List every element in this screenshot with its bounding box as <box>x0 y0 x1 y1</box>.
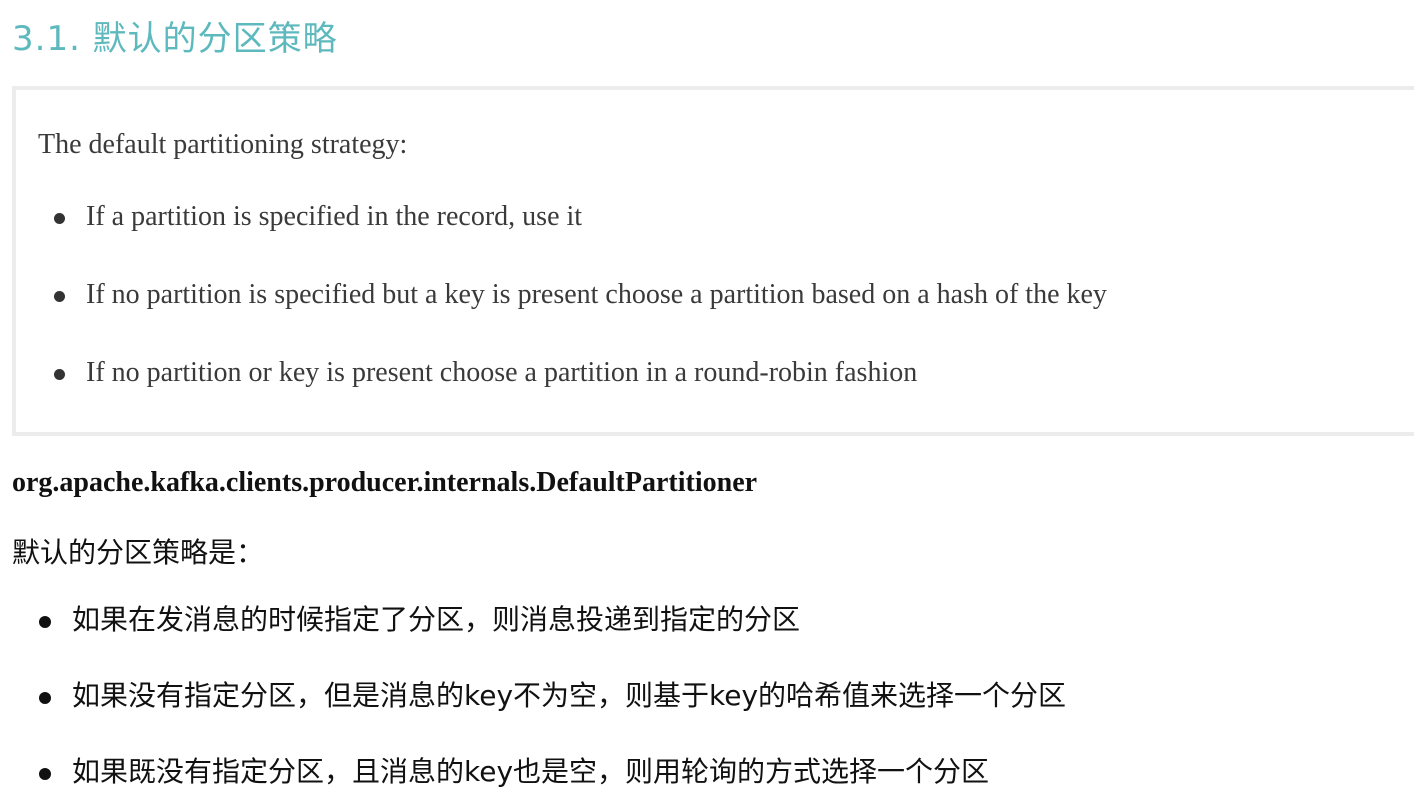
bullet-icon <box>39 692 51 704</box>
cn-intro: 默认的分区策略是： <box>12 536 265 569</box>
bullet-icon <box>54 213 65 224</box>
cn-list-item: 如果没有指定分区，但是消息的key不为空，则基于key的哈希值来选择一个分区 <box>39 677 1067 715</box>
quote-intro: The default partitioning strategy: <box>38 129 408 160</box>
bullet-icon <box>54 291 65 302</box>
cn-item-text: 如果既没有指定分区，且消息的key也是空，则用轮询的方式选择一个分区 <box>72 755 990 788</box>
class-name: org.apache.kafka.clients.producer.intern… <box>12 467 758 498</box>
bullet-icon <box>39 616 51 628</box>
quote-block: The default partitioning strategy: If a … <box>12 86 1414 436</box>
cn-list-item: 如果既没有指定分区，且消息的key也是空，则用轮询的方式选择一个分区 <box>39 753 990 791</box>
cn-item-text: 如果在发消息的时候指定了分区，则消息投递到指定的分区 <box>72 603 801 636</box>
section-heading: 3.1. 默认的分区策略 <box>12 19 338 59</box>
quote-list-item: If a partition is specified in the recor… <box>54 200 583 234</box>
cn-list-item: 如果在发消息的时候指定了分区，则消息投递到指定的分区 <box>39 601 801 639</box>
cn-item-text: 如果没有指定分区，但是消息的key不为空，则基于key的哈希值来选择一个分区 <box>72 679 1067 712</box>
quote-list-item: If no partition is specified but a key i… <box>54 278 1107 312</box>
bullet-icon <box>54 369 65 380</box>
quote-item-text: If no partition is specified but a key i… <box>86 279 1107 310</box>
quote-item-text: If a partition is specified in the recor… <box>86 201 583 232</box>
quote-item-text: If no partition or key is present choose… <box>86 357 918 388</box>
quote-list-item: If no partition or key is present choose… <box>54 356 918 390</box>
bullet-icon <box>39 768 51 780</box>
